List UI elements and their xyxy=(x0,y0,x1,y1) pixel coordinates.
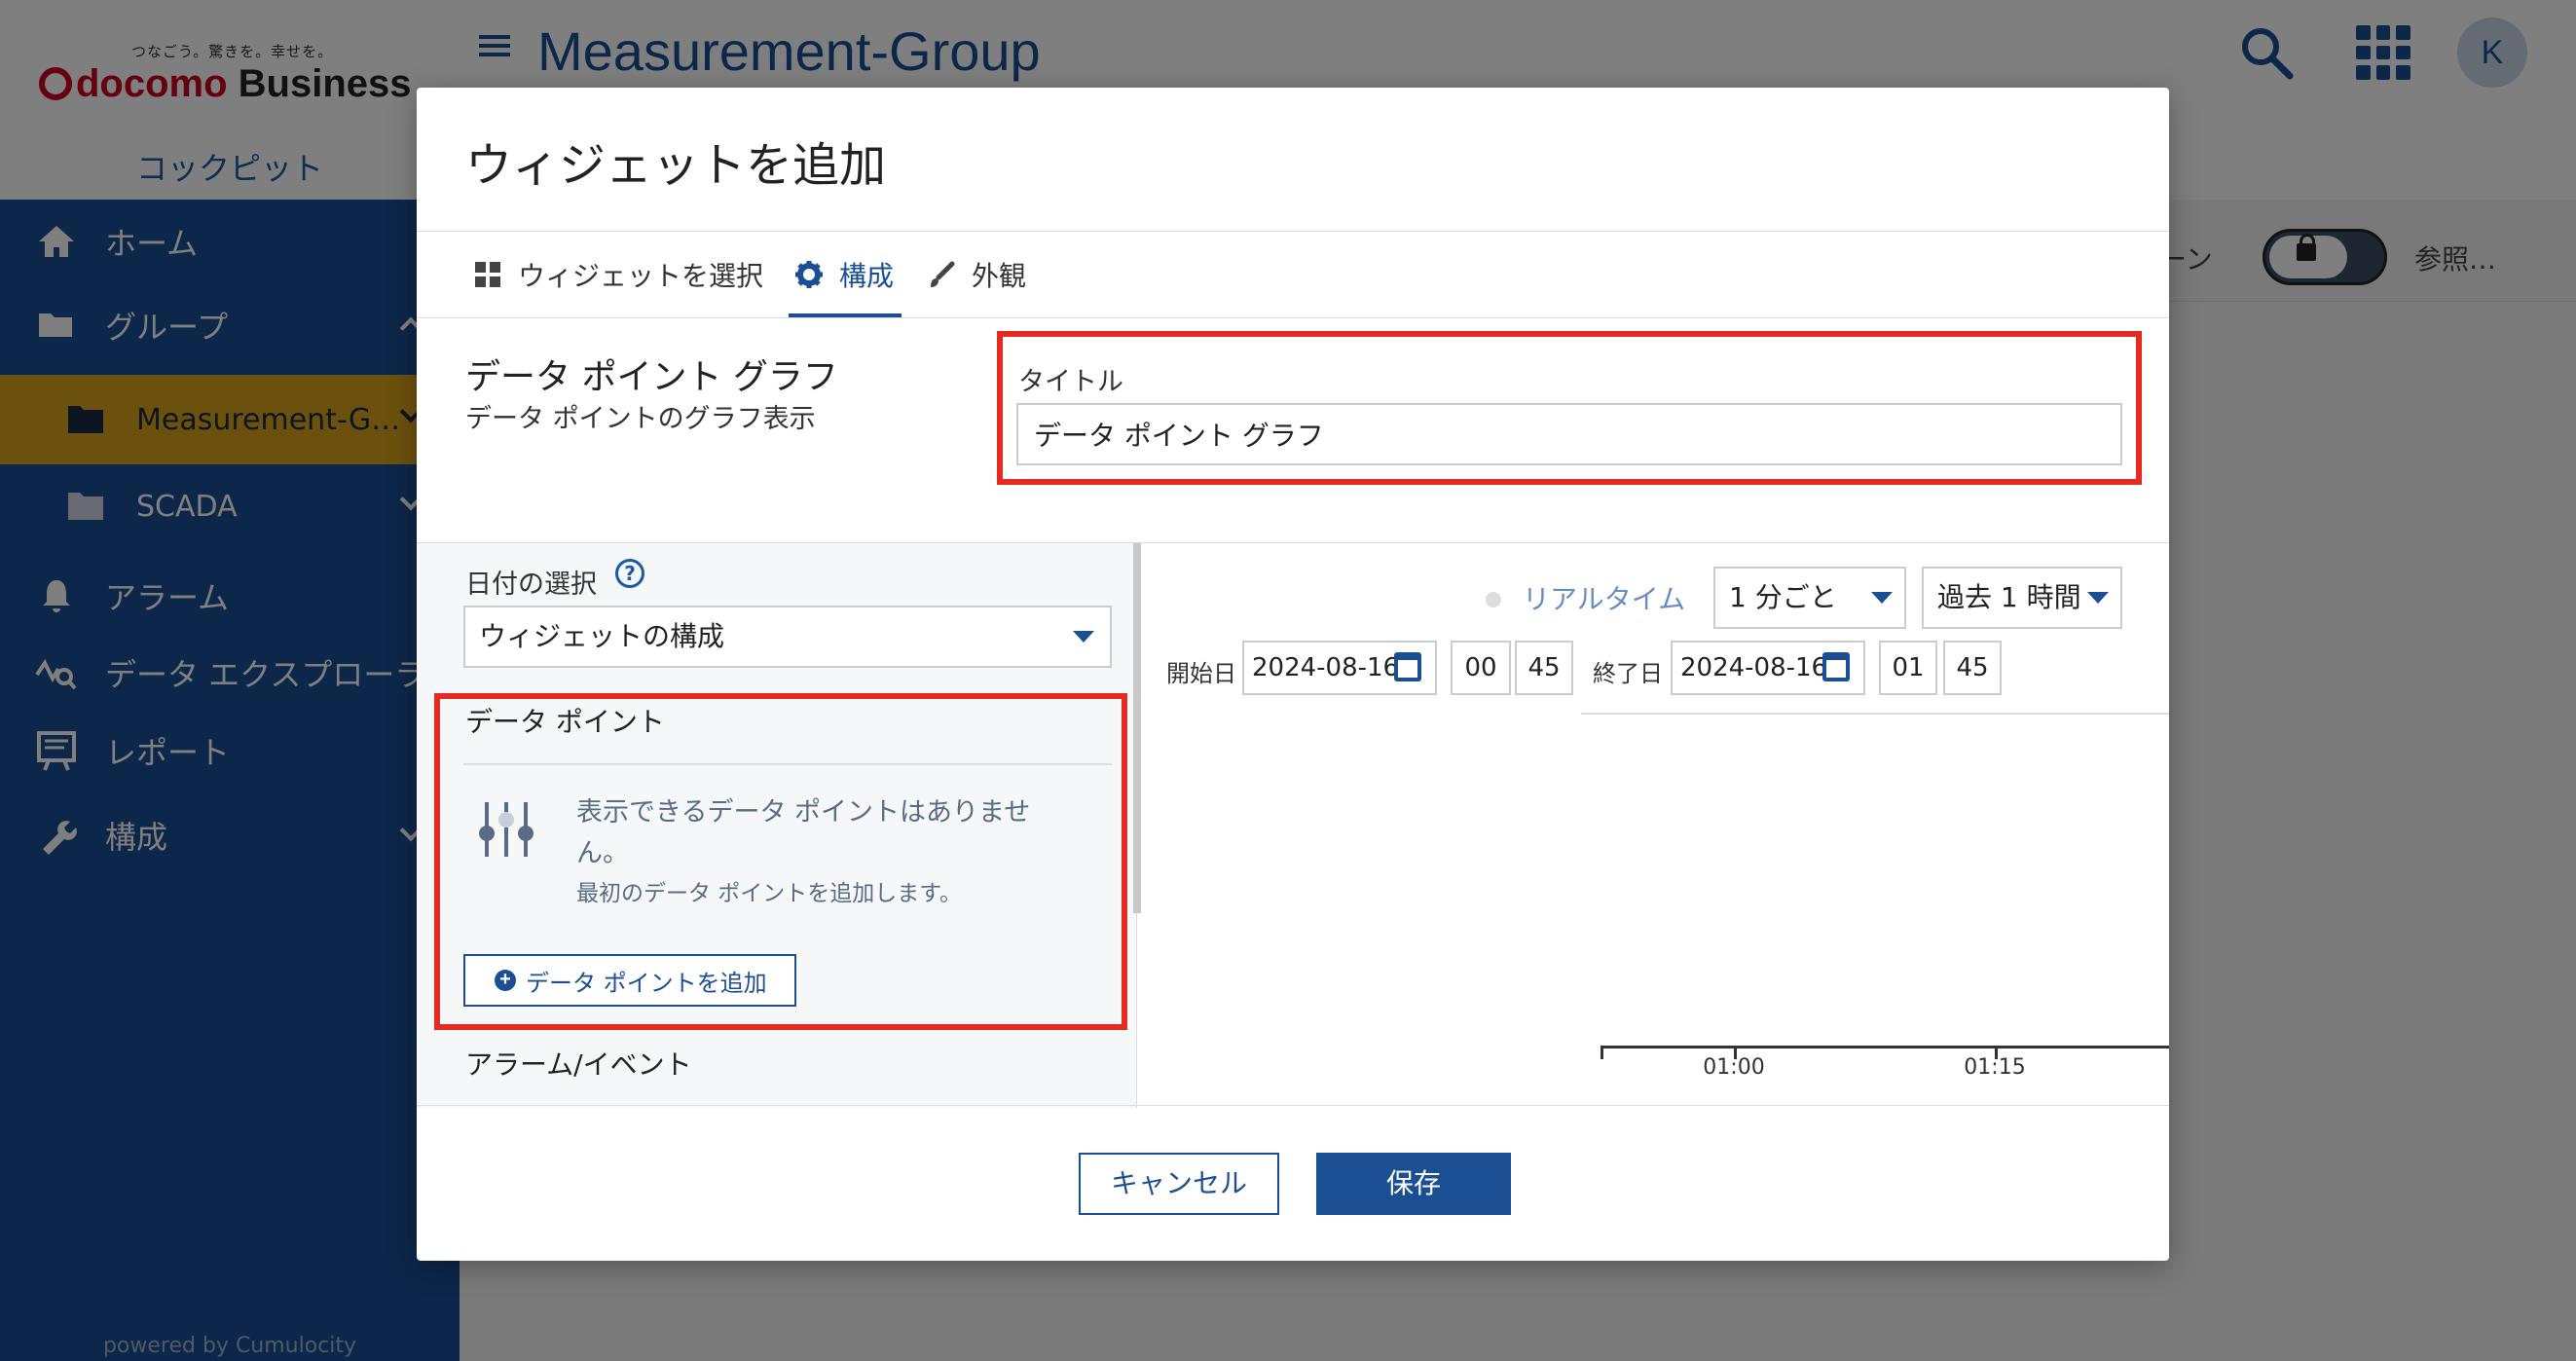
date-selection-select[interactable]: ウィジェットの構成 xyxy=(463,606,1112,668)
x-axis-tick-label: 01:00 xyxy=(1703,1055,1765,1080)
date-selection-label: 日付の選択 xyxy=(465,570,597,600)
help-icon[interactable]: ? xyxy=(615,559,644,588)
dialog-title: ウィジェットを追加 xyxy=(465,138,887,193)
start-date-value: 2024-08-16 xyxy=(1252,653,1400,682)
end-date-label: 終了日 xyxy=(1593,660,1663,687)
start-minute-input[interactable]: 45 xyxy=(1515,641,1573,695)
interval-select[interactable]: 1 分ごと xyxy=(1713,567,1906,629)
grid-icon xyxy=(475,262,500,287)
interval-value: 1 分ごと xyxy=(1729,581,1837,613)
start-hour-input[interactable]: 00 xyxy=(1451,641,1511,695)
time-range-select[interactable]: 過去 1 時間 xyxy=(1922,567,2122,629)
x-axis-tick xyxy=(1601,1046,1603,1059)
divider xyxy=(1581,713,2169,715)
tab-appearance[interactable]: 外観 xyxy=(927,232,1026,317)
divider xyxy=(417,1105,2169,1106)
caret-down-icon xyxy=(1871,592,1893,604)
add-datapoint-button[interactable]: + データ ポイントを追加 xyxy=(463,954,796,1007)
widget-description: データ ポイントのグラフ表示 xyxy=(465,404,816,434)
caret-down-icon xyxy=(2087,592,2109,604)
plus-circle-icon: + xyxy=(495,970,516,991)
time-range-value: 過去 1 時間 xyxy=(1937,581,2081,613)
scrollbar[interactable] xyxy=(1133,543,1141,913)
realtime-toggle[interactable] xyxy=(1486,592,1501,607)
end-date-value: 2024-08-16 xyxy=(1680,653,1828,682)
calendar-icon[interactable] xyxy=(1394,652,1421,681)
brush-icon xyxy=(931,261,955,287)
cancel-button[interactable]: キャンセル xyxy=(1079,1153,1279,1215)
x-axis-tick-label: 01:15 xyxy=(1964,1055,2026,1080)
divider xyxy=(463,763,1112,765)
title-label: タイトル xyxy=(1018,367,1123,397)
datapoint-empty-message: 表示できるデータ ポイントはありません。 xyxy=(576,797,1031,868)
datapoint-section-title: データ ポイント xyxy=(465,706,665,738)
tab-label: 構成 xyxy=(839,260,895,292)
tab-label: ウィジェットを選択 xyxy=(518,260,764,292)
caret-down-icon xyxy=(1073,631,1094,643)
tab-select-widget[interactable]: ウィジェットを選択 xyxy=(473,232,763,317)
widget-name: データ ポイント グラフ xyxy=(465,357,838,397)
datapoint-hint: 最初のデータ ポイントを追加します。 xyxy=(576,881,963,906)
realtime-label[interactable]: リアルタイム xyxy=(1523,578,1685,617)
end-minute-input[interactable]: 45 xyxy=(1943,641,2002,695)
add-datapoint-label: データ ポイントを追加 xyxy=(526,969,767,997)
divider xyxy=(417,317,2169,318)
alarm-event-section-title: アラーム/イベント xyxy=(465,1048,692,1081)
title-input[interactable] xyxy=(1016,403,2122,465)
calendar-icon[interactable] xyxy=(1822,652,1850,681)
dialog-tabs: ウィジェットを選択 構成 外観 xyxy=(417,232,2169,317)
tab-label: 外観 xyxy=(972,260,1027,292)
date-select-value: ウィジェットの構成 xyxy=(479,620,725,652)
save-button[interactable]: 保存 xyxy=(1316,1153,1511,1215)
tab-configuration[interactable]: 構成 xyxy=(794,232,894,317)
end-hour-input[interactable]: 01 xyxy=(1879,641,1937,695)
gear-icon xyxy=(795,261,823,288)
x-axis xyxy=(1601,1046,2169,1048)
add-widget-dialog: ウィジェットを追加 ウィジェットを選択 構成 外観 データ ポイント グラフ デ… xyxy=(417,88,2169,1261)
start-date-label: 開始日 xyxy=(1166,660,1236,687)
sliders-icon xyxy=(479,802,534,857)
